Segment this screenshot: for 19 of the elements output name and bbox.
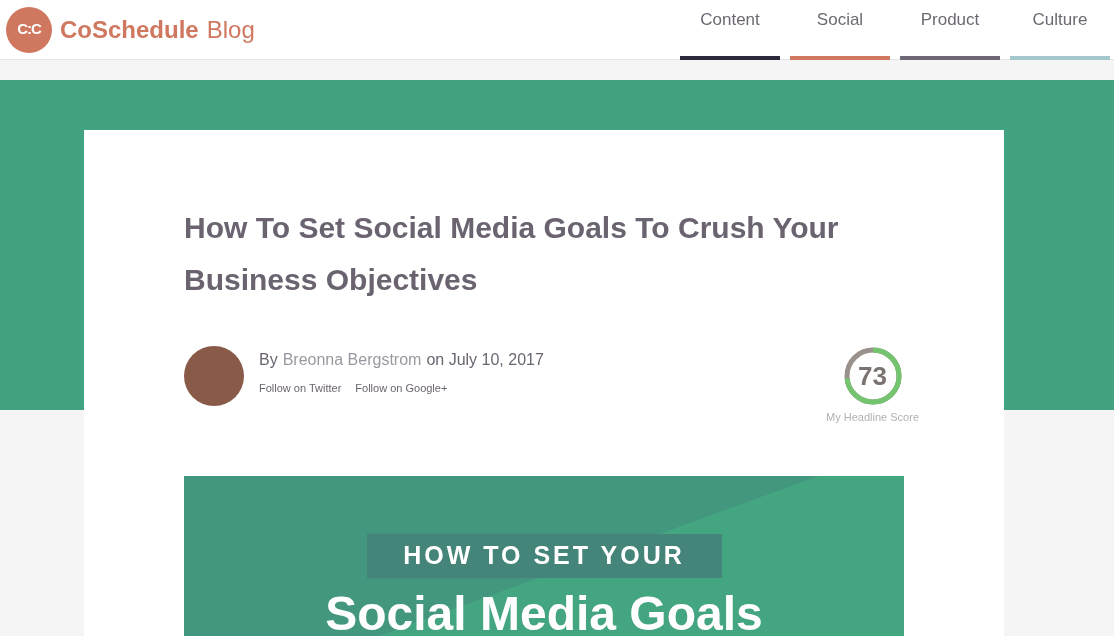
headline-score: 73	[858, 361, 887, 391]
logo-icon[interactable]: C:C	[6, 6, 52, 53]
nav-link[interactable]: Content	[680, 0, 780, 60]
nav-link[interactable]: Social	[790, 0, 890, 60]
publish-date: on July 10, 2017	[426, 350, 544, 370]
article-title: How To Set Social Media Goals To Crush Your Business Objectives	[184, 210, 840, 298]
blog-label[interactable]: Blog	[206, 11, 255, 48]
follow-link[interactable]: Follow on Twitter	[259, 380, 342, 397]
follow-link[interactable]: Follow on Google+	[355, 380, 448, 397]
score-label: My Headline Score	[826, 410, 919, 425]
nav-link[interactable]: Product	[900, 0, 1000, 60]
score-ring-icon	[842, 346, 903, 406]
brand-name[interactable]: CoSchedule	[60, 11, 199, 48]
byline-prefix: By	[259, 350, 278, 370]
nav-link[interactable]: Culture	[1010, 0, 1110, 60]
author-link[interactable]: Breonna Bergstrom	[282, 348, 422, 372]
hero-headline: Social Media Goals	[325, 585, 763, 636]
hero-kicker: HOW TO SET YOUR	[366, 533, 722, 578]
author-avatar	[184, 346, 244, 406]
